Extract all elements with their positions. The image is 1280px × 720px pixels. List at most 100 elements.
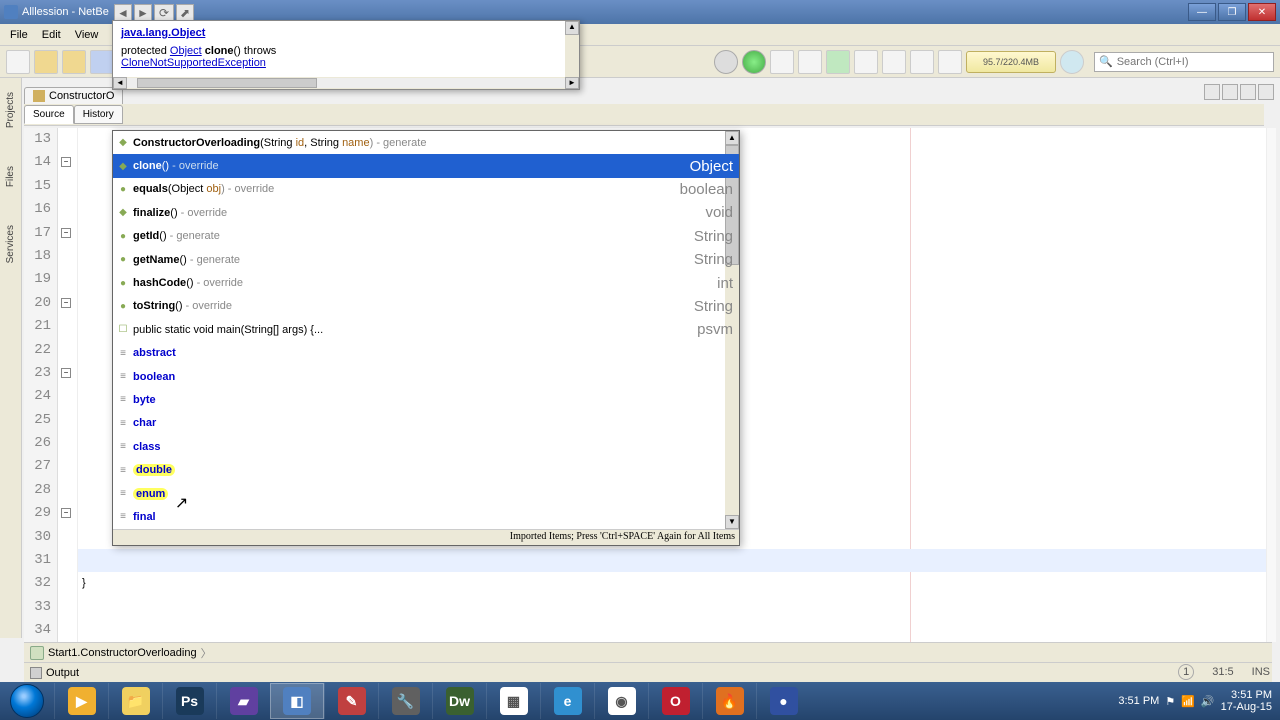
attach-icon[interactable] — [882, 50, 906, 74]
fold-toggle-icon[interactable]: − — [61, 157, 71, 167]
completion-item-icon: ● — [115, 228, 131, 244]
sidebar-tab-files[interactable]: Files — [5, 162, 16, 191]
save-all-icon[interactable] — [90, 50, 114, 74]
tool-icon[interactable] — [910, 50, 934, 74]
javadoc-vscroll[interactable]: ▲ — [565, 21, 579, 77]
taskbar-app-tools[interactable]: 🔧 — [378, 683, 432, 719]
javadoc-class[interactable]: java.lang.Object — [113, 21, 579, 41]
global-search[interactable]: 🔍 — [1094, 52, 1274, 72]
insert-mode[interactable]: INS — [1252, 666, 1270, 678]
tab-next-icon[interactable] — [1222, 84, 1238, 100]
taskbar-app-cam[interactable]: ● — [756, 683, 810, 719]
taskbar-app-opera[interactable]: O — [648, 683, 702, 719]
completion-item[interactable]: ≡boolean — [113, 365, 739, 388]
scroll-up-icon[interactable]: ▲ — [565, 21, 579, 35]
fold-toggle-icon[interactable]: − — [61, 228, 71, 238]
taskbar-app-explorer[interactable]: 📁 — [108, 683, 162, 719]
completion-item[interactable]: ☐public static void main(String[] args) … — [113, 318, 739, 341]
taskbar-app-netbeans[interactable]: ◧ — [270, 683, 324, 719]
output-panel-tab[interactable]: Output — [24, 662, 1272, 682]
clean-build-icon[interactable] — [826, 50, 850, 74]
tab-prev-icon[interactable] — [1204, 84, 1220, 100]
line-number: 16 — [24, 198, 57, 221]
javadoc-return-type[interactable]: Object — [170, 45, 202, 57]
run-icon[interactable] — [742, 50, 766, 74]
fold-toggle-icon[interactable]: − — [61, 368, 71, 378]
completion-item[interactable]: ≡class — [113, 435, 739, 458]
completion-item[interactable]: ●getName() - generateString — [113, 248, 739, 271]
completion-item[interactable]: ≡enum — [113, 482, 739, 505]
subtab-source[interactable]: Source — [24, 105, 74, 124]
breadcrumb-path[interactable]: Start1.ConstructorOverloading — [48, 647, 197, 659]
error-stripe[interactable] — [1266, 128, 1276, 642]
system-tray[interactable]: 3:51 PM ⚑ 📶 🔊 3:51 PM 17-Aug-15 — [1110, 689, 1280, 713]
scroll-left-icon[interactable]: ◄ — [113, 77, 127, 89]
scroll-thumb[interactable] — [137, 78, 317, 88]
tray-flag-icon[interactable]: ⚑ — [1165, 695, 1175, 708]
warning-indicator[interactable]: 1 — [1178, 664, 1194, 680]
new-file-icon[interactable] — [6, 50, 30, 74]
stop-icon[interactable] — [714, 50, 738, 74]
tab-max-icon[interactable] — [1258, 84, 1274, 100]
subtab-history[interactable]: History — [74, 105, 123, 124]
gc-icon[interactable] — [1060, 50, 1084, 74]
fold-toggle-icon[interactable]: − — [61, 298, 71, 308]
line-number: 25 — [24, 409, 57, 432]
app-icon: ✎ — [338, 687, 366, 715]
completion-item[interactable]: ≡byte — [113, 388, 739, 411]
line-number: 33 — [24, 596, 57, 619]
javadoc-hscroll[interactable]: ◄ ► — [113, 77, 579, 89]
completion-item[interactable]: ●hashCode() - overrideint — [113, 271, 739, 294]
completion-item[interactable]: ≡final — [113, 505, 739, 528]
completion-item[interactable]: ≡abstract — [113, 342, 739, 365]
taskbar-app-firefox[interactable]: 🔥 — [702, 683, 756, 719]
completion-item[interactable]: ≡char — [113, 412, 739, 435]
tray-clock[interactable]: 3:51 PM 17-Aug-15 — [1221, 689, 1272, 713]
taskbar-app-wmp[interactable]: ▶ — [54, 683, 108, 719]
completion-item-icon: ● — [115, 252, 131, 268]
completion-item[interactable]: ●toString() - overrideString — [113, 295, 739, 318]
completion-item[interactable]: ◆clone() - overrideObject — [113, 154, 739, 177]
sidebar-tab-services[interactable]: Services — [5, 221, 16, 267]
taskbar-app-photoshop[interactable]: Ps — [162, 683, 216, 719]
output-icon — [30, 667, 42, 679]
completion-item[interactable]: ◆ConstructorOverloading(String id, Strin… — [113, 131, 739, 154]
new-project-icon[interactable] — [34, 50, 58, 74]
breadcrumb-chevron-icon[interactable]: 〉 — [201, 645, 212, 661]
javadoc-exception[interactable]: CloneNotSupportedException — [121, 57, 266, 69]
sidebar-tab-projects[interactable]: Projects — [5, 88, 16, 132]
build-icon[interactable] — [854, 50, 878, 74]
completion-item[interactable]: ◆finalize() - overridevoid — [113, 201, 739, 224]
maximize-button[interactable]: ❐ — [1218, 3, 1246, 21]
tab-list-icon[interactable] — [1240, 84, 1256, 100]
line-number: 13 — [24, 128, 57, 151]
start-button[interactable] — [0, 682, 54, 720]
menu-edit[interactable]: Edit — [36, 27, 67, 43]
fold-toggle-icon[interactable]: − — [61, 508, 71, 518]
editor-tab[interactable]: ConstructorO — [24, 87, 123, 104]
memory-meter[interactable]: 95.7/220.4MB — [966, 51, 1056, 73]
tray-network-icon[interactable]: 📶 — [1181, 695, 1195, 708]
close-button[interactable]: ✕ — [1248, 3, 1276, 21]
menu-view[interactable]: View — [69, 27, 105, 43]
menu-file[interactable]: File — [4, 27, 34, 43]
open-project-icon[interactable] — [62, 50, 86, 74]
app-icon: ◧ — [283, 687, 311, 715]
taskbar-app-vs[interactable]: ▰ — [216, 683, 270, 719]
taskbar-app-notes[interactable]: ✎ — [324, 683, 378, 719]
completion-item[interactable]: ≡double — [113, 458, 739, 481]
minimize-button[interactable]: — — [1188, 3, 1216, 21]
scroll-right-icon[interactable]: ► — [565, 77, 579, 89]
tray-volume-icon[interactable]: 🔊 — [1201, 695, 1215, 708]
profile-icon[interactable] — [798, 50, 822, 74]
taskbar-app-ie[interactable]: e — [540, 683, 594, 719]
completion-item[interactable]: ●equals(Object obj) - overrideboolean — [113, 178, 739, 201]
search-input[interactable] — [1117, 56, 1269, 68]
app-icon — [4, 5, 18, 19]
taskbar-app-dw[interactable]: Dw — [432, 683, 486, 719]
debug-icon[interactable] — [770, 50, 794, 74]
taskbar-app-onenote[interactable]: ▦ — [486, 683, 540, 719]
tool2-icon[interactable] — [938, 50, 962, 74]
completion-item[interactable]: ●getId() - generateString — [113, 225, 739, 248]
taskbar-app-chrome[interactable]: ◉ — [594, 683, 648, 719]
